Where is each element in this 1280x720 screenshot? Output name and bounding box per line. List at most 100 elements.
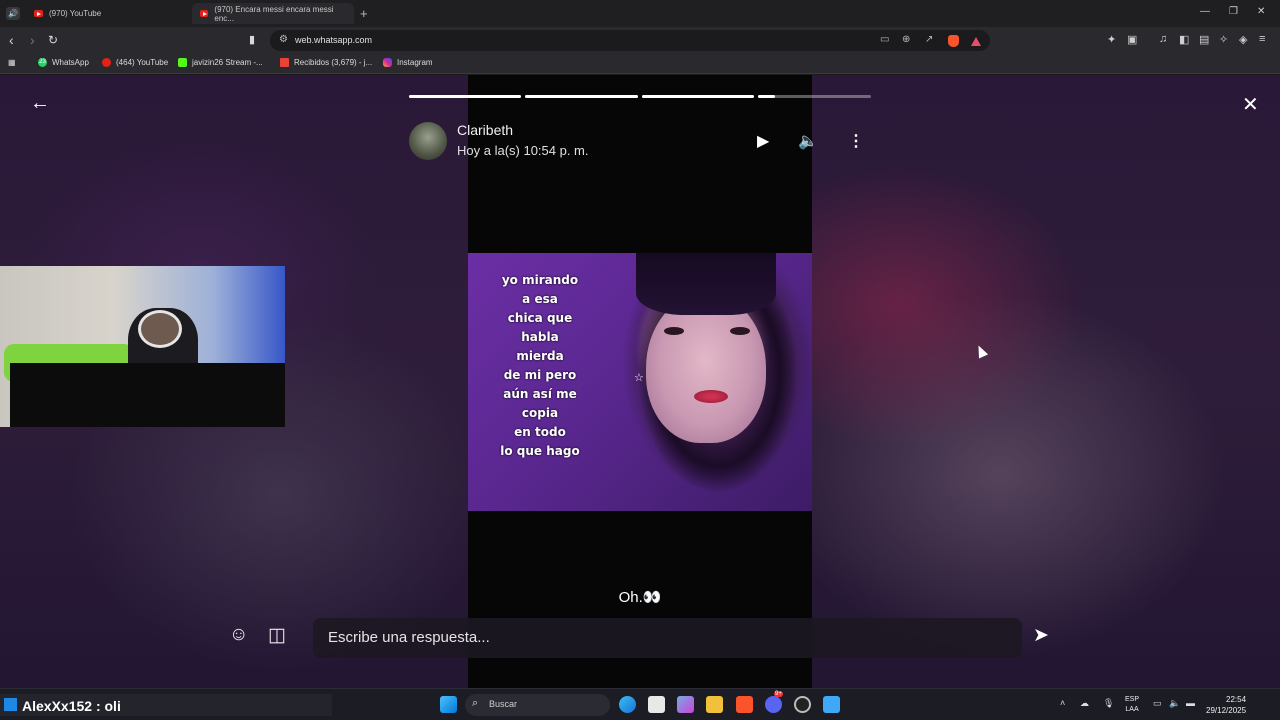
taskbar-search[interactable]: ⌕ Buscar	[465, 694, 610, 716]
office-icon[interactable]	[677, 696, 694, 713]
status-timestamp: Hoy a la(s) 10:54 p. m.	[457, 143, 589, 158]
progress-fill	[409, 95, 521, 98]
whatsapp-icon: 23	[38, 58, 47, 67]
gmail-icon	[280, 58, 289, 67]
speaker-tray-icon[interactable]: 🔈	[1169, 698, 1180, 709]
sidebar-icon[interactable]: ◧	[1179, 33, 1189, 46]
minimize-icon[interactable]: —	[1200, 6, 1210, 17]
progress-segment	[409, 95, 521, 98]
volume-icon[interactable]: 🔈	[798, 131, 818, 151]
progress-fill	[758, 95, 775, 98]
back-nav-icon[interactable]: ‹	[9, 32, 14, 48]
bookmark-gmail[interactable]: Recibidos (3,679) - j...	[280, 58, 372, 67]
new-tab-button[interactable]: +	[360, 6, 368, 21]
story-text-line: yo mirando	[501, 273, 579, 287]
close-window-icon[interactable]: ✕	[1257, 6, 1265, 17]
eye-shape	[664, 327, 684, 335]
tab-youtube[interactable]: (970) YouTube	[26, 3, 188, 24]
story-text-line: aún así me	[503, 387, 577, 401]
zoom-icon[interactable]: ⊕	[902, 34, 910, 45]
chat-line: AlexXx152 : oli	[22, 698, 121, 714]
notepad-icon[interactable]	[823, 696, 840, 713]
site-settings-icon[interactable]: ⚙	[279, 34, 288, 45]
onedrive-icon[interactable]: ☁	[1080, 698, 1089, 709]
tab-encara-messi[interactable]: (970) Encara messi encara messi enc...	[192, 3, 354, 24]
chevron-up-icon[interactable]: ˄	[1060, 698, 1065, 708]
obs-icon[interactable]	[794, 696, 811, 713]
brave-shields-icon[interactable]	[948, 35, 959, 47]
input-language[interactable]: ESP LAA	[1125, 695, 1139, 715]
bookmark-label: Instagram	[397, 58, 433, 67]
mouse-cursor-icon	[973, 343, 989, 359]
lips-shape	[694, 390, 728, 403]
reload-icon[interactable]: ↻	[48, 33, 58, 47]
url-text[interactable]: web.whatsapp.com	[295, 35, 372, 45]
wallet-icon[interactable]: ▣	[1127, 33, 1137, 46]
speaker-icon[interactable]: 🔊	[6, 7, 20, 20]
vpn-icon[interactable]: ◈	[1239, 33, 1247, 46]
story-text-line: lo que hago	[500, 444, 580, 458]
bookmark-label: (464) YouTube	[116, 58, 169, 67]
discord-badge: 9+	[774, 691, 783, 697]
stream-chat-overlay: AlexXx152 : oli	[0, 694, 332, 716]
contact-name[interactable]: Claribeth	[457, 122, 513, 138]
youtube-icon	[200, 10, 209, 17]
clock-time: 22:54	[1226, 695, 1247, 704]
search-label: Buscar	[489, 699, 518, 709]
store-icon[interactable]	[648, 696, 665, 713]
chat-icon	[4, 698, 17, 711]
network-icon[interactable]: ▭	[1153, 698, 1162, 709]
reply-placeholder[interactable]: Escribe una respuesta...	[328, 629, 490, 646]
eye-shape	[730, 327, 750, 335]
face-shape	[646, 293, 766, 443]
youtube-icon	[102, 58, 111, 67]
taskbar: AlexXx152 : oli ⌕ Buscar 9+ ˄ ☁ 🎙 ESP LA…	[0, 688, 1280, 720]
menu-icon[interactable]: ≡	[1259, 33, 1265, 45]
tab-label: (970) YouTube	[49, 9, 102, 18]
cast-icon[interactable]: ▭	[880, 34, 889, 45]
file-explorer-icon[interactable]	[706, 696, 723, 713]
share-icon[interactable]: ↗	[925, 34, 933, 45]
edge-icon[interactable]	[619, 696, 636, 713]
battery-icon[interactable]: ▬	[1186, 698, 1195, 708]
tabs-icon[interactable]: ▤	[1199, 33, 1209, 46]
bookmark-label: WhatsApp	[52, 58, 89, 67]
microphone-icon[interactable]: 🎙	[1103, 698, 1114, 709]
clock[interactable]: 22:54 29/12/2025	[1206, 694, 1246, 716]
brave-rewards-icon[interactable]	[971, 37, 981, 46]
lang-top: ESP	[1125, 696, 1140, 703]
bookmark-icon[interactable]: ▮	[249, 33, 255, 46]
apps-grid-icon[interactable]: ▦	[8, 58, 16, 67]
bookmark-instagram[interactable]: Instagram	[383, 58, 433, 67]
avatar[interactable]	[409, 122, 447, 160]
close-icon[interactable]: ✕	[1242, 92, 1259, 117]
forward-nav-icon[interactable]: ›	[30, 32, 35, 48]
media-icon[interactable]: ♫	[1159, 33, 1167, 45]
emoji-icon[interactable]: ☺	[229, 624, 248, 646]
extensions-icon[interactable]: ✦	[1107, 33, 1116, 46]
bookmark-youtube[interactable]: (464) YouTube	[102, 58, 168, 67]
story-caption: Oh.👀	[618, 589, 662, 606]
webcam-overlay	[0, 266, 285, 427]
reply-input[interactable]: Escribe una respuesta...	[313, 618, 1022, 658]
bookmark-kick[interactable]: javizin26 Stream -...	[178, 58, 263, 67]
play-icon[interactable]: ▶	[757, 131, 769, 151]
send-icon[interactable]: ➤	[1033, 624, 1049, 647]
status-viewer: ☆ yo mirando a esa chica que habla mierd…	[0, 75, 1280, 688]
leo-ai-icon[interactable]: ✧	[1219, 33, 1228, 46]
more-vertical-icon[interactable]: ⋮	[848, 131, 864, 151]
sticker-icon[interactable]: ◫	[268, 624, 286, 647]
story-text-line: copia	[521, 406, 559, 420]
story-text-line: de mi pero	[503, 368, 577, 382]
story-text-line: chica que	[507, 311, 573, 325]
address-bar[interactable]: ⚙ web.whatsapp.com ▭ ⊕ ↗	[270, 30, 990, 51]
windows-start-icon[interactable]	[440, 696, 457, 713]
arrow-left-icon[interactable]: ←	[30, 92, 50, 115]
discord-icon[interactable]: 9+	[765, 691, 783, 713]
bookmark-whatsapp[interactable]: 23 WhatsApp	[38, 58, 89, 67]
lang-bottom: LAA	[1125, 706, 1139, 713]
brave-icon[interactable]	[736, 696, 753, 713]
restore-icon[interactable]: ❐	[1229, 6, 1238, 17]
search-icon: ⌕	[472, 697, 479, 709]
progress-segment	[525, 95, 638, 98]
